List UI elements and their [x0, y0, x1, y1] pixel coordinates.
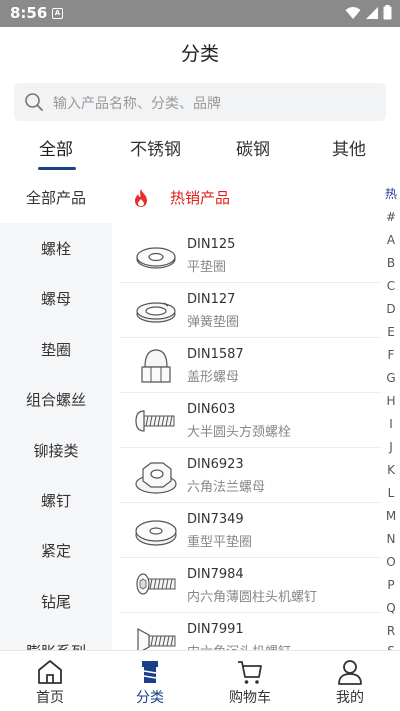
index-letter[interactable]: N — [382, 532, 400, 546]
carriage-bolt-icon — [135, 410, 175, 432]
product-code: DIN1587 — [187, 347, 244, 362]
index-letter[interactable]: I — [382, 417, 400, 431]
material-tabs: 全部 不锈钢 碳钢 其他 — [0, 122, 400, 172]
product-item[interactable]: DIN7984 内六角薄圆柱头机螺钉 — [120, 558, 382, 613]
index-letter[interactable]: B — [382, 256, 400, 270]
page-title: 分类 — [180, 43, 219, 65]
wifi-icon — [345, 6, 361, 19]
nav-profile-label: 我的 — [336, 690, 364, 706]
index-letter[interactable]: Q — [382, 601, 400, 615]
home-icon — [38, 660, 62, 684]
index-letter[interactable]: D — [382, 302, 400, 316]
sidebar-item-rivets[interactable]: 铆接类 — [0, 426, 112, 476]
flange-nut-icon — [135, 462, 177, 494]
category-sidebar: 全部产品 螺栓 螺母 垫圈 组合螺丝 铆接类 螺钉 紧定 钻尾 膨胀系列 — [0, 173, 112, 650]
battery-icon — [383, 5, 392, 20]
flame-icon — [135, 188, 147, 207]
product-item[interactable]: DIN7349 重型平垫圈 — [120, 503, 382, 558]
product-code: DIN7984 — [187, 567, 244, 582]
heavy-washer-icon — [135, 520, 177, 546]
tab-indicator — [38, 167, 76, 170]
product-item[interactable]: DIN127 弹簧垫圈 — [120, 283, 382, 338]
index-letter[interactable]: K — [382, 463, 400, 477]
nav-profile[interactable]: 我的 — [300, 651, 400, 711]
index-letter[interactable]: J — [382, 440, 400, 454]
cap-nut-icon — [141, 349, 171, 383]
tab-other[interactable]: 其他 — [332, 135, 366, 160]
product-item[interactable]: DIN125 平垫圈 — [120, 228, 382, 283]
index-letter[interactable]: L — [382, 486, 400, 500]
product-code: DIN7991 — [187, 622, 244, 637]
flat-washer-icon — [136, 247, 176, 269]
product-item[interactable]: DIN7991 内六角沉头机螺钉 — [120, 613, 382, 650]
index-letter[interactable]: P — [382, 578, 400, 592]
index-letter[interactable]: C — [382, 279, 400, 293]
nav-home-label: 首页 — [36, 690, 64, 706]
sidebar-item-expansion[interactable]: 膨胀系列 — [0, 627, 112, 650]
index-letter[interactable]: H — [382, 394, 400, 408]
sidebar-item-all-products[interactable]: 全部产品 — [0, 173, 112, 223]
product-name: 六角法兰螺母 — [187, 480, 266, 495]
sidebar-item-drill-screws[interactable]: 钻尾 — [0, 577, 112, 627]
nav-cart[interactable]: 购物车 — [200, 651, 300, 711]
status-time: 8:56 — [10, 4, 48, 22]
product-code: DIN7349 — [187, 512, 244, 527]
bottom-nav: 首页 分类 购物车 我的 — [0, 650, 400, 711]
tab-all[interactable]: 全部 — [39, 135, 73, 160]
product-item[interactable]: DIN1587 盖形螺母 — [120, 338, 382, 393]
product-name: 盖形螺母 — [187, 370, 240, 385]
product-name: 内六角沉头机螺钉 — [187, 641, 291, 650]
index-letter-hot[interactable]: 热 — [382, 185, 400, 202]
search-input[interactable]: 输入产品名称、分类、品牌 — [53, 93, 221, 113]
index-letter[interactable]: M — [382, 509, 400, 523]
search-bar[interactable]: 输入产品名称、分类、品牌 — [14, 83, 386, 121]
status-bar: 8:56 A — [0, 0, 400, 27]
spring-washer-icon — [136, 302, 176, 323]
product-name: 弹簧垫圈 — [187, 315, 240, 330]
product-name: 重型平垫圈 — [187, 535, 253, 550]
product-code: DIN125 — [187, 237, 236, 252]
product-code: DIN603 — [187, 402, 236, 417]
product-name: 大半圆头方颈螺栓 — [187, 425, 292, 440]
sidebar-item-washers[interactable]: 垫圈 — [0, 325, 112, 375]
product-panel: 热销产品 DIN125 平垫圈 DIN127 弹簧垫圈 DIN1587 盖形螺母… — [112, 173, 382, 650]
index-letter[interactable]: F — [382, 348, 400, 362]
index-letter[interactable]: A — [382, 233, 400, 247]
product-code: DIN6923 — [187, 457, 244, 472]
notification-icon: A — [52, 8, 63, 19]
sidebar-item-set-screws[interactable]: 紧定 — [0, 526, 112, 576]
status-icons — [345, 5, 392, 20]
category-icon — [142, 661, 158, 683]
sidebar-item-bolts[interactable]: 螺栓 — [0, 224, 112, 274]
section-header: 热销产品 — [132, 187, 230, 208]
user-icon — [338, 660, 362, 685]
product-code: DIN127 — [187, 292, 236, 307]
sidebar-item-screws[interactable]: 螺钉 — [0, 476, 112, 526]
sidebar-item-nuts[interactable]: 螺母 — [0, 274, 112, 324]
cart-icon — [238, 661, 262, 684]
tab-carbon-steel[interactable]: 碳钢 — [236, 135, 270, 160]
nav-cart-label: 购物车 — [229, 690, 271, 706]
index-letter[interactable]: # — [382, 210, 400, 224]
index-letter[interactable]: R — [382, 624, 400, 638]
tab-stainless-steel[interactable]: 不锈钢 — [130, 135, 181, 160]
index-letter[interactable]: O — [382, 555, 400, 569]
signal-icon — [366, 6, 378, 19]
nav-home[interactable]: 首页 — [0, 651, 100, 711]
section-title: 热销产品 — [170, 189, 231, 207]
index-letter[interactable]: E — [382, 325, 400, 339]
countersunk-screw-icon — [137, 627, 176, 650]
nav-category[interactable]: 分类 — [100, 651, 200, 711]
product-item[interactable]: DIN6923 六角法兰螺母 — [120, 448, 382, 503]
product-name: 平垫圈 — [187, 260, 227, 275]
search-icon — [25, 93, 43, 111]
nav-category-label: 分类 — [136, 690, 164, 706]
sidebar-item-combo-screws[interactable]: 组合螺丝 — [0, 375, 112, 425]
socket-screw-icon — [136, 573, 176, 595]
product-name: 内六角薄圆柱头机螺钉 — [187, 590, 318, 605]
index-letter[interactable]: G — [382, 371, 400, 385]
product-item[interactable]: DIN603 大半圆头方颈螺栓 — [120, 393, 382, 448]
